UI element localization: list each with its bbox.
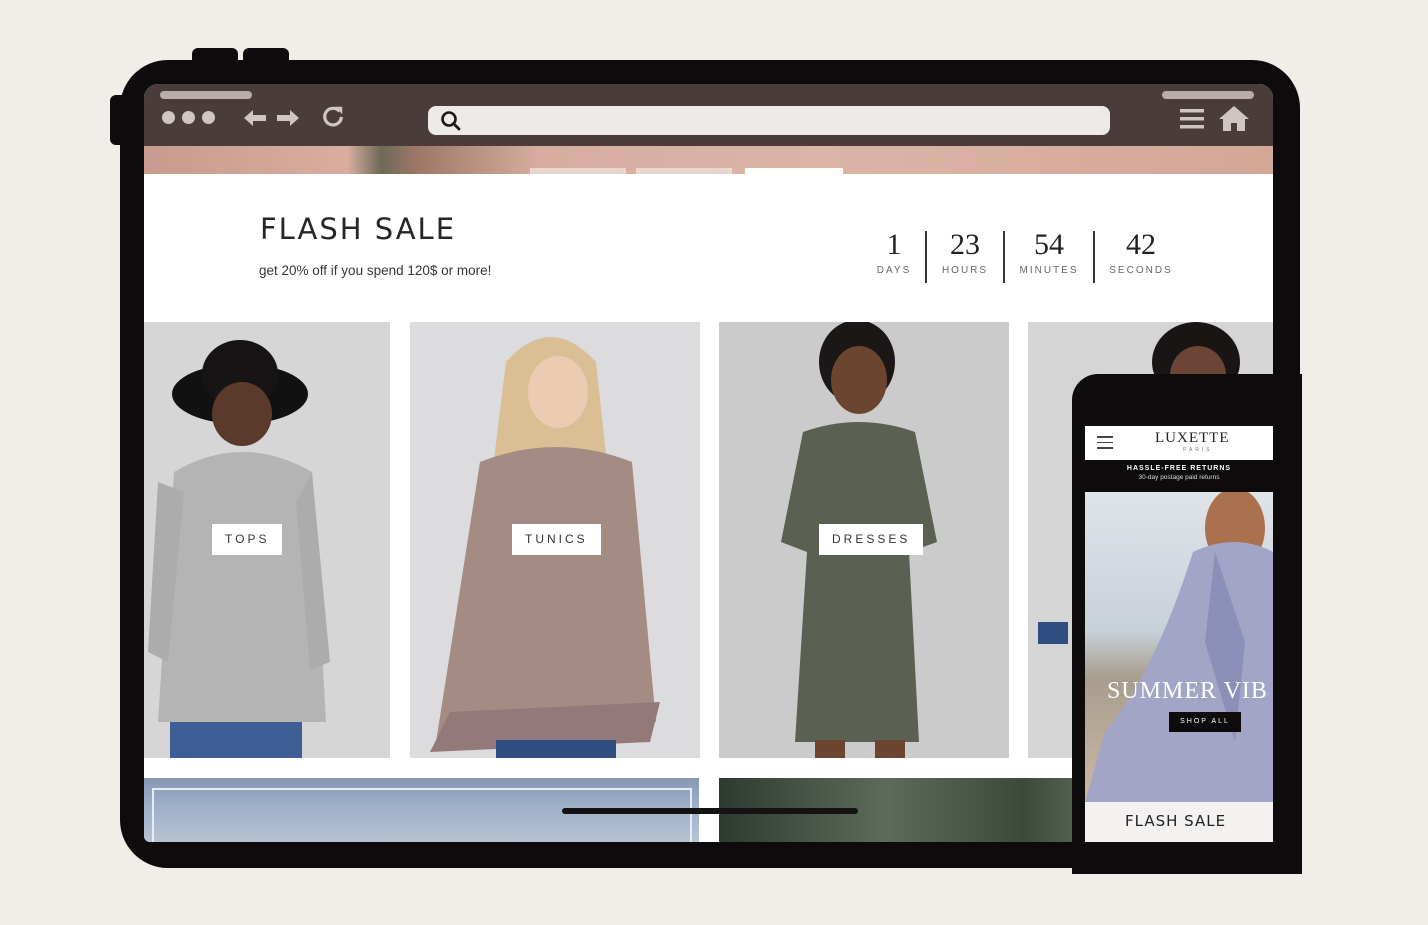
phone-flash-sale: FLASH SALE [1085, 802, 1273, 842]
summer-hero-title: SUMMER VIB [1107, 678, 1268, 704]
shop-all-button[interactable]: SHOP ALL [1169, 712, 1241, 732]
returns-notice-subtitle: 30-day postage paid returns [1138, 474, 1220, 481]
forward-arrow-icon[interactable] [275, 106, 301, 130]
phone-screen: LUXETTE PARIS HASSLE-FREE RETURNS 30-day… [1085, 426, 1273, 842]
category-label-tunics[interactable]: TUNICS [512, 524, 601, 555]
home-indicator [562, 808, 858, 814]
returns-notice-title: HASSLE-FREE RETURNS [1126, 465, 1232, 472]
reload-icon[interactable] [320, 104, 346, 128]
browser-toolbar [144, 84, 1273, 146]
phone-flash-sale-title: FLASH SALE [1125, 812, 1227, 830]
category-label-dresses[interactable]: DRESSES [819, 524, 924, 555]
countdown-days: 1 DAYS [869, 229, 919, 283]
url-input[interactable] [468, 106, 1098, 135]
brand-logo-subtitle: PARIS [1183, 447, 1213, 453]
countdown-label: DAYS [876, 265, 912, 276]
countdown-label: HOURS [941, 265, 989, 276]
countdown-hours: 23 HOURS [927, 229, 1003, 283]
category-tile-dresses[interactable]: DRESSES [719, 322, 1009, 758]
flash-sale-title: FLASH SALE [260, 212, 457, 246]
countdown-minutes: 54 MINUTES [1005, 229, 1093, 283]
search-icon [440, 110, 462, 132]
countdown-value: 42 [1126, 228, 1156, 261]
returns-notice-bar: HASSLE-FREE RETURNS 30-day postage paid … [1085, 460, 1273, 492]
window-dots-icon[interactable] [162, 111, 215, 124]
address-bar[interactable] [428, 106, 1110, 135]
category-label-tops[interactable]: TOPS [212, 524, 283, 555]
back-arrow-icon[interactable] [242, 106, 268, 130]
countdown-value: 1 [886, 228, 902, 261]
toolbar-pill-right [1162, 91, 1254, 99]
slider-tab-1[interactable] [530, 168, 626, 174]
countdown-timer: 1 DAYS 23 HOURS 54 MINUTES 42 SECONDS [869, 229, 1187, 283]
phone-hero-banner: SUMMER VIB SHOP ALL [1085, 492, 1273, 802]
countdown-label: MINUTES [1019, 265, 1079, 276]
countdown-value: 54 [1034, 228, 1064, 261]
slider-tab-2[interactable] [636, 168, 732, 174]
phone-header: LUXETTE PARIS [1085, 426, 1273, 460]
toolbar-pill-left [160, 91, 252, 99]
countdown-seconds: 42 SECONDS [1095, 229, 1187, 283]
summer-hero-image [1085, 492, 1273, 802]
slider-tab-active[interactable] [745, 168, 843, 174]
category-tile-tops[interactable]: TOPS [144, 322, 390, 758]
menu-icon[interactable] [1178, 106, 1206, 132]
flash-sale-subtitle: get 20% off if you spend 120$ or more! [259, 263, 492, 278]
countdown-value: 23 [950, 228, 980, 261]
hamburger-menu-icon[interactable] [1097, 436, 1113, 453]
home-icon[interactable] [1217, 104, 1251, 132]
brand-logo[interactable]: LUXETTE [1155, 430, 1229, 447]
countdown-label: SECONDS [1109, 265, 1173, 276]
category-tile-tunics[interactable]: TUNICS [410, 322, 700, 758]
